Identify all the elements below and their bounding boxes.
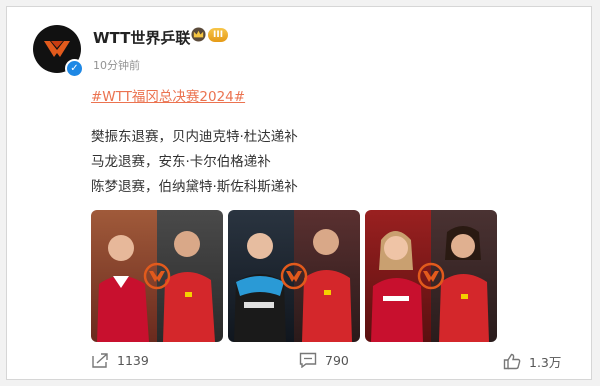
- comment-count: 790: [325, 352, 349, 368]
- level-badge: III: [208, 27, 229, 42]
- member-badge[interactable]: III: [191, 27, 229, 42]
- share-icon: [92, 353, 108, 368]
- content-line: 马龙退赛，安东·卡尔伯格递补: [91, 154, 271, 170]
- username[interactable]: WTT世界乒联: [93, 27, 190, 48]
- hashtag-link[interactable]: #WTT福冈总决赛2024#: [91, 85, 245, 105]
- share-count: 1139: [117, 352, 149, 368]
- verified-icon: ✓: [65, 59, 84, 78]
- wtt-logo-icon: [280, 262, 308, 290]
- weibo-post-card: ✓ WTT世界乒联 III 10分钟前 #WTT福冈总决赛2024# 樊振东退赛…: [6, 6, 592, 380]
- timestamp[interactable]: 10分钟前: [93, 57, 140, 73]
- like-icon: [503, 353, 521, 370]
- content-line: 樊振东退赛，贝内迪克特·杜达递补: [91, 129, 298, 145]
- comment-button[interactable]: 790: [299, 352, 349, 368]
- like-button[interactable]: 1.3万: [503, 352, 561, 371]
- wtt-logo-icon: [44, 41, 70, 57]
- post-footer: 1139 790 1.3万: [7, 345, 591, 379]
- avatar[interactable]: ✓: [33, 25, 84, 78]
- post-content: 樊振东退赛，贝内迪克特·杜达递补 马龙退赛，安东·卡尔伯格递补 陈梦退赛，伯纳黛…: [91, 125, 298, 200]
- crown-icon: [191, 27, 206, 42]
- comment-icon: [299, 352, 317, 368]
- like-count: 1.3万: [529, 355, 562, 370]
- photo-thumbnail-3[interactable]: [365, 210, 497, 342]
- content-line: 陈梦退赛，伯纳黛特·斯佐科斯递补: [91, 179, 298, 195]
- share-button[interactable]: 1139: [91, 352, 149, 368]
- wtt-logo-icon: [143, 262, 171, 290]
- photo-thumbnail-2[interactable]: [228, 210, 360, 342]
- photo-thumbnail-1[interactable]: [91, 210, 223, 342]
- wtt-logo-icon: [417, 262, 445, 290]
- photo-grid: [91, 210, 497, 342]
